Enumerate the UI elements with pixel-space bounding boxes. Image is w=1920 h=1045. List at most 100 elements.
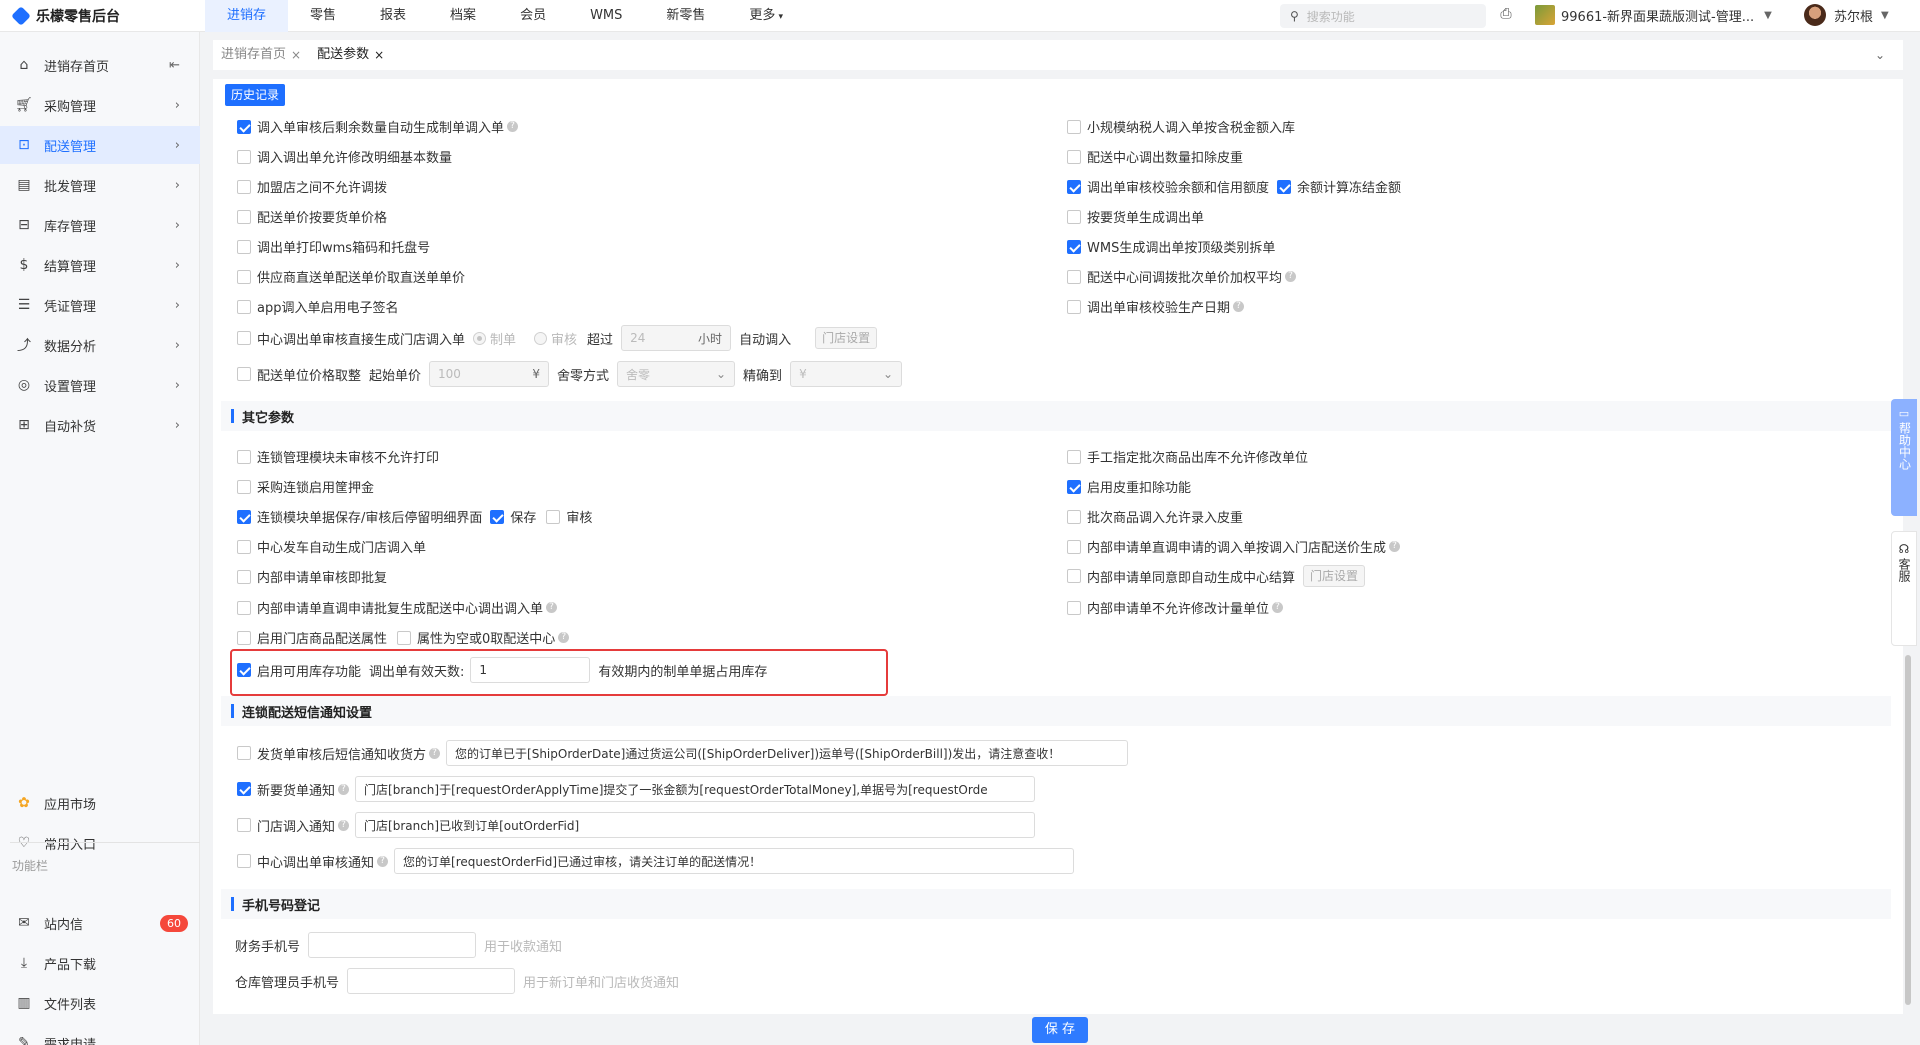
option-row[interactable]: app调入单启用电子签名 [237, 297, 398, 316]
store-selector[interactable]: 99661-新界面果蔬版测试-管理... ▼ [1535, 5, 1772, 25]
option-row[interactable]: 内部申请单不允许修改计量单位? [1067, 598, 1284, 617]
search-input[interactable]: ⚲ 搜索功能 [1280, 4, 1486, 28]
help-icon[interactable]: ? [558, 632, 570, 643]
checkbox[interactable] [237, 209, 251, 224]
checkbox[interactable] [237, 746, 251, 760]
collapse-sidebar-icon[interactable]: ⇤ [169, 58, 180, 73]
option-row[interactable]: 配送中心调出数量扣除皮重 [1067, 147, 1243, 166]
sidebar-item-replenish[interactable]: ⊞ 自动补货 › [0, 406, 200, 444]
option-row[interactable]: 加盟店之间不允许调拨 [237, 177, 387, 196]
round-mode-select[interactable]: 舍零 ⌄ [617, 361, 736, 387]
sms-template-input[interactable]: 门店[branch]于[requestOrderApplyTime]提交了一张金… [355, 776, 1036, 802]
checkbox[interactable] [237, 239, 251, 254]
app-logo[interactable]: 乐檬零售后台 [0, 5, 205, 26]
finance-phone-input[interactable] [308, 932, 477, 958]
close-icon[interactable]: × [374, 40, 384, 70]
help-icon[interactable]: ? [338, 819, 350, 831]
option-row[interactable]: 配送中心间调拨批次单价加权平均? [1067, 267, 1297, 286]
printer-icon[interactable]: ⎙ [1496, 6, 1516, 26]
option-row[interactable]: 采购连锁启用筐押金 [237, 477, 374, 496]
option-row[interactable]: 配送单价按要货单价格 [237, 207, 387, 226]
option-row[interactable]: 内部申请单同意即自动生成中心结算 门店设置 [1067, 565, 1366, 587]
option-row[interactable]: 启用皮重扣除功能 [1067, 477, 1191, 496]
sidebar-item-settlement[interactable]: $ 结算管理 › [0, 246, 200, 284]
option-row[interactable]: 调出单打印wms箱码和托盘号 [237, 237, 430, 256]
sms-template-input[interactable]: 您的订单[requestOrderFid]已通过审核，请关注订单的配送情况！ [394, 848, 1075, 874]
option-row[interactable]: 批次商品调入允许录入皮重 [1067, 507, 1243, 526]
checkbox[interactable] [1067, 269, 1081, 284]
close-icon[interactable]: × [291, 40, 301, 70]
topnav-item-retail[interactable]: 零售 [288, 0, 358, 32]
sms-template-input[interactable]: 门店[branch]已收到订单[outOrderFid] [355, 812, 1036, 838]
option-row[interactable]: 调出单审核校验生产日期? [1067, 297, 1245, 316]
checkbox[interactable] [237, 269, 251, 284]
option-row[interactable]: 调入调出单允许修改明细基本数量 [237, 147, 452, 166]
help-icon[interactable]: ? [507, 121, 519, 132]
checkbox[interactable] [237, 782, 251, 796]
option-row[interactable]: 连锁管理模块未审核不允许打印 [237, 447, 439, 466]
checkbox[interactable] [1067, 509, 1081, 524]
save-button[interactable]: 保 存 [1032, 1017, 1088, 1043]
topnav-item-wms[interactable]: WMS [568, 0, 644, 32]
sidebar-item-wholesale[interactable]: ▤ 批发管理 › [0, 166, 200, 204]
sidebar-item-settings[interactable]: ◎ 设置管理 › [0, 366, 200, 404]
option-row[interactable]: 调入单审核后剩余数量自动生成制单调入单? [237, 117, 519, 136]
checkbox[interactable] [237, 818, 251, 832]
checkbox[interactable] [237, 119, 251, 134]
checkbox[interactable] [1067, 449, 1081, 464]
sms-template-input[interactable]: 您的订单已于[ShipOrderDate]通过货运公司([ShipOrderDe… [446, 740, 1129, 766]
checkbox[interactable] [1067, 299, 1081, 314]
sidebar-item-inventory[interactable]: ⊟ 库存管理 › [0, 206, 200, 244]
checkbox[interactable] [1067, 239, 1081, 254]
store-setting-button[interactable]: 门店设置 [1303, 565, 1366, 587]
help-center-float[interactable]: ▭ 帮助中心 [1891, 399, 1917, 516]
chevron-down-icon[interactable]: ⌄ [1875, 48, 1885, 62]
checkbox[interactable] [1067, 569, 1081, 583]
checkbox[interactable] [237, 854, 251, 868]
tab-delivery-params[interactable]: 配送参数 × [309, 40, 393, 70]
sidebar-messages[interactable]: ✉ 站内信 60 [0, 904, 200, 942]
checkbox[interactable] [1067, 179, 1081, 194]
topnav-item-new-retail[interactable]: 新零售 [644, 0, 727, 32]
sidebar-request[interactable]: ✎ 需求申请 [0, 1024, 200, 1045]
option-row[interactable]: 中心发车自动生成门店调入单 [237, 537, 426, 556]
radio-draft[interactable] [473, 331, 487, 345]
option-row[interactable]: 调出单审核校验余额和信用额度 余额计算冻结金额 [1067, 177, 1401, 196]
checkbox[interactable] [237, 600, 251, 615]
help-icon[interactable]: ? [1389, 541, 1401, 552]
checkbox[interactable] [237, 509, 251, 524]
warehouse-phone-input[interactable] [347, 968, 516, 994]
topnav-item-report[interactable]: 报表 [358, 0, 428, 32]
precision-select[interactable]: ¥ ⌄ [790, 361, 903, 387]
option-row[interactable]: 按要货单生成调出单 [1067, 207, 1204, 226]
sidebar-download[interactable]: ⤓ 产品下载 [0, 944, 200, 982]
help-icon[interactable]: ? [546, 602, 558, 613]
checkbox[interactable] [546, 509, 561, 524]
option-row[interactable]: 内部申请单直调申请的调入单按调入门店配送价生成? [1067, 537, 1401, 556]
topnav-item-more[interactable]: 更多 ▾ [727, 0, 805, 32]
history-button[interactable]: 历史记录 [225, 84, 286, 106]
checkbox[interactable] [1067, 539, 1081, 554]
checkbox[interactable] [1067, 479, 1081, 494]
checkbox[interactable] [237, 331, 251, 345]
help-icon[interactable]: ? [1233, 301, 1245, 312]
option-row[interactable]: 内部申请单审核即批复 [237, 567, 387, 586]
checkbox[interactable] [237, 630, 251, 645]
checkbox[interactable] [237, 299, 251, 314]
sidebar-item-purchase[interactable]: 🛒︎ 采购管理 › [0, 86, 200, 124]
tab-home[interactable]: 进销存首页 × [213, 40, 309, 70]
checkbox[interactable] [397, 630, 412, 645]
option-row[interactable]: 启用门店商品配送属性 属性为空或0取配送中心? [237, 628, 570, 647]
hours-input[interactable]: 24 小时 [621, 325, 732, 351]
checkbox[interactable] [1277, 179, 1292, 194]
option-row[interactable]: 内部申请单直调申请批复生成配送中心调出调入单? [237, 598, 558, 617]
topnav-item-archive[interactable]: 档案 [428, 0, 498, 32]
scrollbar[interactable] [1905, 655, 1911, 1005]
sidebar-file-list[interactable]: ▥ 文件列表 [0, 984, 200, 1022]
option-row[interactable]: 连锁模块单据保存/审核后停留明细界面 保存 审核 [237, 507, 592, 526]
option-row[interactable]: WMS生成调出单按顶级类别拆单 [1067, 237, 1275, 256]
customer-service-float[interactable]: ☊ 客服 [1891, 531, 1917, 646]
sidebar-item-home[interactable]: ⌂ 进销存首页 ⇤ [0, 46, 200, 84]
checkbox[interactable] [1067, 119, 1081, 134]
sidebar-app-market[interactable]: ✿ 应用市场 [0, 784, 200, 822]
